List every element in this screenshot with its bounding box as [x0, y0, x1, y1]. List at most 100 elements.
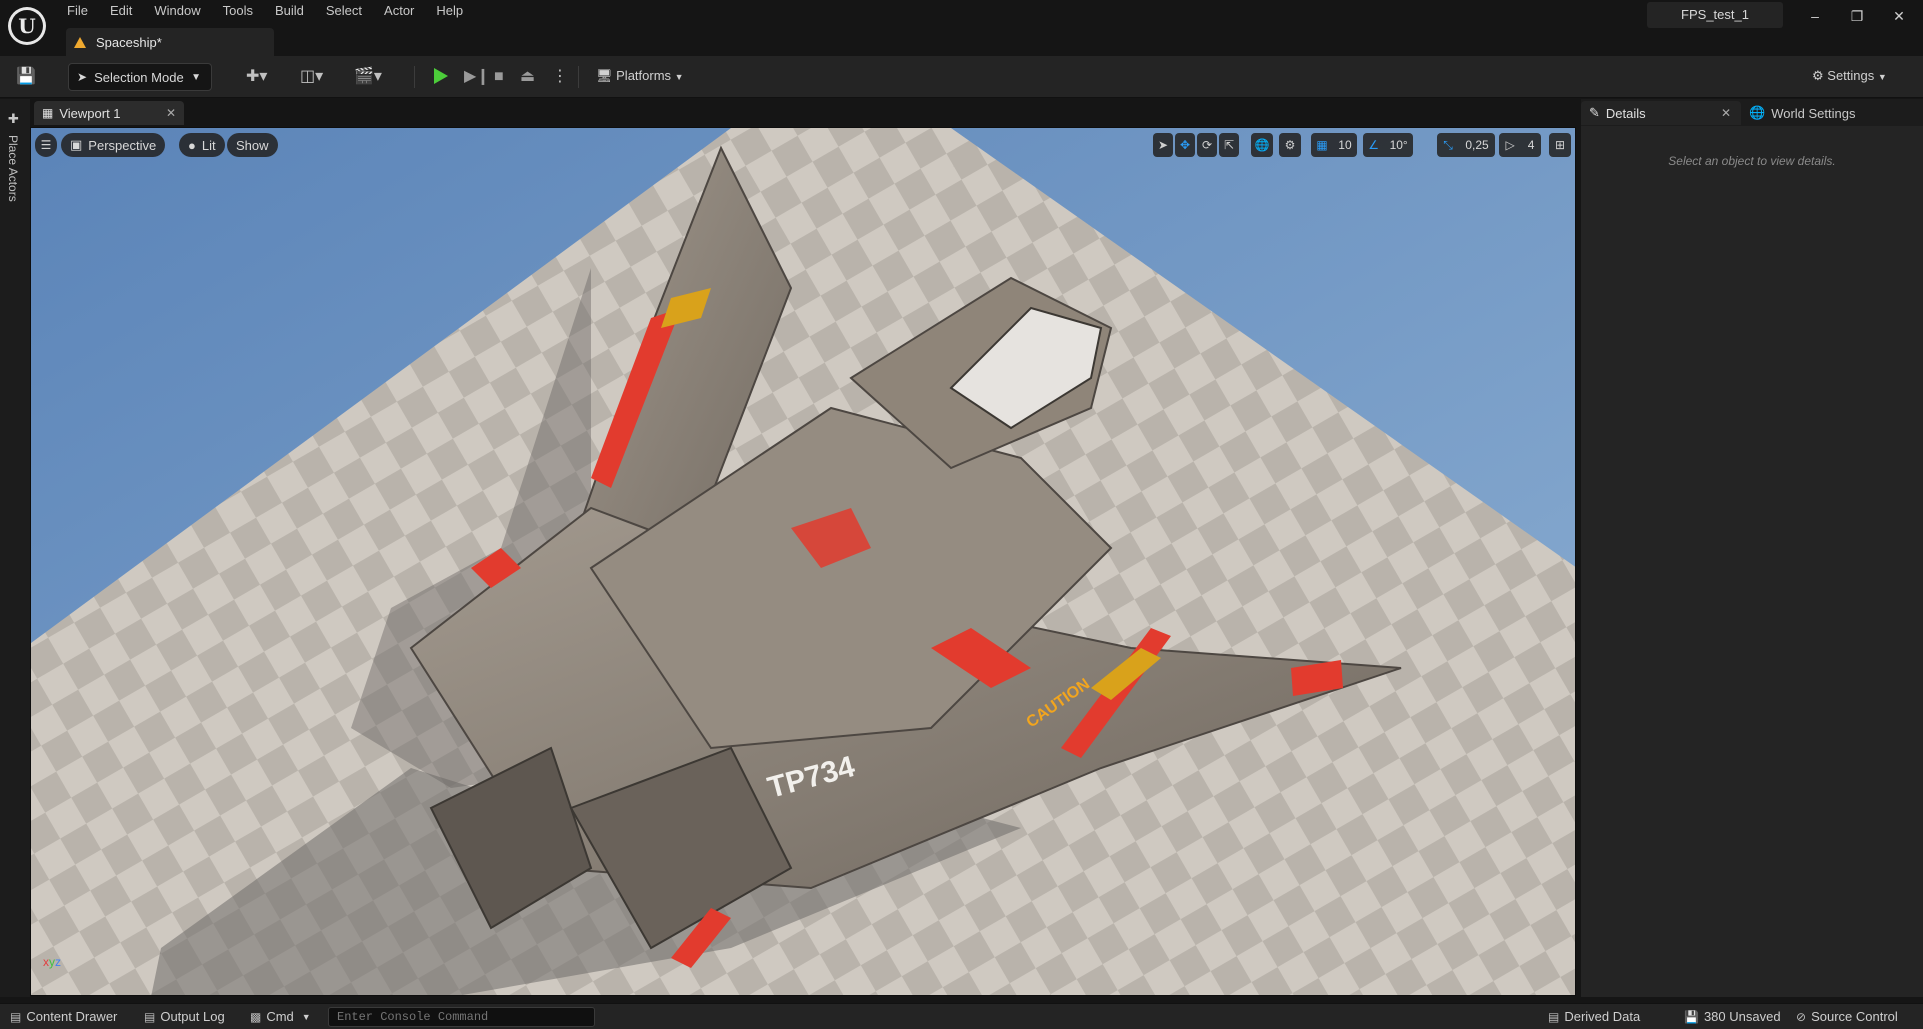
close-icon[interactable]: ✕ [1721, 106, 1731, 120]
content-drawer-label: Content Drawer [26, 1009, 118, 1024]
lit-button[interactable]: ● Lit [179, 133, 225, 157]
main-toolbar: 💾 ➤ Selection Mode ▼ ✚▾ ◫▾ 🎬▾ ▶❙ ■ ⏏ ⋮ 🖥… [0, 56, 1923, 98]
project-name: FPS_test_1 [1647, 2, 1783, 28]
platforms-label: Platforms [616, 68, 672, 83]
viewport-tab[interactable]: ▦ Viewport 1 ✕ [34, 101, 184, 125]
camera-icon: ▷ [1505, 138, 1515, 152]
select-tool-icon[interactable]: ➤ [1153, 133, 1173, 157]
level-icon [74, 36, 86, 48]
level-tab-label: Spaceship* [96, 34, 162, 50]
unsaved-label: 380 Unsaved [1703, 1009, 1781, 1024]
step-icon[interactable]: ▶❙ [464, 67, 490, 87]
sphere-icon: ● [188, 137, 196, 153]
details-panel: ✎ Details ✕ 🌐 World Settings Select an o… [1581, 99, 1923, 997]
blueprint-icon[interactable]: ◫▾ [300, 67, 323, 87]
camera-speed-button[interactable]: ▷ 4 [1499, 133, 1541, 157]
chevron-down-icon: ▼ [1877, 72, 1887, 82]
axis-gizmo: xyz [43, 955, 61, 969]
unsaved-icon: 💾 [1684, 1009, 1699, 1024]
source-control-button[interactable]: ⊘ Source Control [1796, 1009, 1898, 1024]
close-icon[interactable]: ✕ [1884, 6, 1914, 26]
more-options-icon[interactable]: ⋮ [552, 67, 568, 87]
platforms-icon: 🖥 [596, 68, 613, 83]
details-tab[interactable]: ✎ Details ✕ [1581, 101, 1741, 125]
chevron-down-icon: ▼ [674, 72, 684, 82]
menu-window[interactable]: Window [143, 0, 211, 24]
viewport-tab-label: Viewport 1 [59, 105, 121, 121]
world-settings-tab[interactable]: 🌐 World Settings [1749, 101, 1855, 125]
cmd-label: Cmd [266, 1009, 294, 1024]
content-drawer-button[interactable]: ▤ Content Drawer [10, 1009, 117, 1024]
selection-mode-dropdown[interactable]: ➤ Selection Mode ▼ [68, 63, 212, 91]
details-tab-label: Details [1605, 105, 1646, 121]
scale-snap-button[interactable]: ⤡ 0,25 [1437, 133, 1495, 157]
settings-button[interactable]: ⚙ Settings ▼ [1812, 68, 1887, 84]
output-log-label: Output Log [160, 1009, 225, 1024]
menu-select[interactable]: Select [315, 0, 373, 24]
platforms-button[interactable]: 🖥 Platforms ▼ [596, 68, 684, 84]
scale-tool-icon[interactable]: ⇱ [1219, 133, 1239, 157]
layout-icon[interactable]: ⊞ [1549, 133, 1571, 157]
angle-icon: ∠ [1368, 138, 1380, 152]
cursor-icon: ➤ [77, 70, 88, 84]
minimize-icon[interactable]: – [1800, 6, 1830, 26]
settings-label: Settings [1827, 68, 1875, 83]
menu-help[interactable]: Help [425, 0, 474, 24]
details-empty-message: Select an object to view details. [1668, 154, 1836, 168]
level-tab[interactable]: Spaceship* [66, 28, 274, 56]
cinematics-icon[interactable]: 🎬▾ [354, 67, 382, 87]
output-log-button[interactable]: ▤ Output Log [144, 1009, 225, 1024]
menu-edit[interactable]: Edit [99, 0, 143, 24]
unsaved-button[interactable]: 💾 380 Unsaved [1684, 1009, 1781, 1024]
menu-build[interactable]: Build [264, 0, 315, 24]
restore-icon[interactable]: ❐ [1842, 6, 1872, 26]
toolbar-divider [578, 66, 579, 88]
rotation-snap-button[interactable]: ∠ 10° [1363, 133, 1413, 157]
derived-data-label: Derived Data [1564, 1009, 1641, 1024]
world-settings-label: World Settings [1771, 105, 1856, 121]
cmd-dropdown[interactable]: ▩ Cmd ▼ [250, 1009, 311, 1024]
scale-snap-icon: ⤡ [1443, 137, 1453, 152]
chevron-down-icon: ▼ [301, 1011, 311, 1022]
perspective-button[interactable]: ▣ Perspective [61, 133, 166, 157]
derived-data-button[interactable]: ▤ Derived Data [1548, 1009, 1640, 1024]
chevron-down-icon: ▼ [191, 71, 201, 83]
world-space-icon[interactable]: 🌐 [1251, 133, 1273, 157]
lit-label: Lit [201, 137, 216, 153]
rotate-tool-icon[interactable]: ⟳ [1197, 133, 1217, 157]
menu-file[interactable]: File [56, 0, 99, 24]
play-button[interactable] [434, 68, 448, 84]
camera-speed-value: 4 [1527, 138, 1535, 152]
level-viewport[interactable]: TP734 CAUTION ☰ ▣ Perspective ● Lit Show… [30, 127, 1576, 996]
database-icon: ▤ [1548, 1009, 1560, 1024]
rotation-snap-value: 10° [1389, 138, 1408, 152]
menu-bar: File Edit Window Tools Build Select Acto… [56, 0, 474, 24]
surface-snap-icon[interactable]: ⚙ [1279, 133, 1301, 157]
place-actors-tab[interactable]: Place Actors [6, 135, 20, 202]
eject-icon[interactable]: ⏏ [520, 67, 535, 87]
selection-mode-label: Selection Mode [94, 69, 184, 85]
grid-snap-button[interactable]: ▦ 10 [1311, 133, 1357, 157]
details-body: Select an object to view details. [1581, 126, 1923, 997]
stop-icon[interactable]: ■ [494, 67, 504, 87]
terminal-icon: ▩ [250, 1009, 262, 1024]
pencil-icon: ✎ [1589, 105, 1600, 120]
move-tool-icon[interactable]: ✥ [1175, 133, 1195, 157]
z-axis-icon: z [55, 955, 61, 969]
add-actor-icon[interactable]: ✚▾ [246, 67, 267, 87]
place-actors-icon[interactable]: ✚ [8, 111, 19, 127]
save-icon[interactable]: 💾 [16, 67, 36, 87]
menu-tools[interactable]: Tools [212, 0, 264, 24]
console-command-input[interactable] [328, 1007, 595, 1027]
close-icon[interactable]: ✕ [166, 106, 176, 120]
grid-snap-value: 10 [1338, 138, 1352, 152]
menu-actor[interactable]: Actor [373, 0, 425, 24]
title-bar: U File Edit Window Tools Build Select Ac… [0, 0, 1923, 56]
show-label: Show [236, 137, 269, 153]
source-control-label: Source Control [1811, 1009, 1898, 1024]
viewport-menu-icon[interactable]: ☰ [35, 133, 57, 157]
show-button[interactable]: Show [227, 133, 278, 157]
scene-render[interactable]: TP734 CAUTION [31, 128, 1576, 996]
globe-icon: 🌐 [1749, 105, 1766, 120]
unreal-logo[interactable]: U [8, 7, 46, 45]
